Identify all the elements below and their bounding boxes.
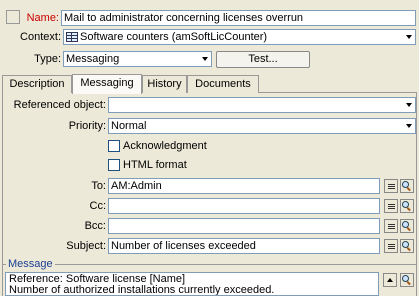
type-value: Messaging — [66, 53, 120, 65]
test-button[interactable]: Test... — [216, 51, 310, 68]
record-status-box — [6, 10, 20, 24]
referenced-object-select[interactable] — [108, 97, 416, 113]
context-label: Context: — [20, 31, 61, 43]
referenced-object-label: Referenced object: — [13, 99, 106, 111]
message-line: Number of authorized installations curre… — [9, 284, 275, 296]
subject-field[interactable]: Number of licenses exceeded — [108, 238, 380, 254]
edit-list-icon — [387, 243, 395, 249]
scroll-up-arrow-icon — [387, 278, 393, 282]
type-label: Type: — [34, 53, 61, 65]
priority-select[interactable]: Normal — [108, 118, 416, 134]
table-icon — [66, 32, 78, 42]
tab-messaging[interactable]: Messaging — [72, 74, 142, 94]
magnifier-icon — [402, 241, 412, 252]
magnifier-icon — [402, 201, 412, 212]
to-field[interactable]: AM:Admin — [108, 178, 380, 194]
subject-edit-button[interactable] — [384, 239, 398, 253]
message-scroll-up-button[interactable] — [383, 273, 397, 287]
context-value: Software counters (amSoftLicCounter) — [80, 31, 268, 43]
edit-list-icon — [387, 183, 395, 189]
bcc-field[interactable] — [108, 218, 380, 234]
name-field[interactable]: Mail to administrator concerning license… — [61, 10, 416, 26]
chevron-down-icon — [202, 57, 208, 61]
cc-label: Cc: — [89, 200, 107, 212]
html-format-label: HTML format — [123, 159, 187, 171]
edit-list-icon — [387, 203, 395, 209]
message-body-field[interactable]: Reference: Software license [Name] Numbe… — [5, 272, 379, 296]
context-dropdown-button[interactable] — [403, 30, 415, 44]
acknowledgment-checkbox[interactable] — [108, 140, 120, 152]
magnifier-icon — [402, 181, 412, 192]
tab-history[interactable]: History — [142, 75, 187, 93]
priority-value: Normal — [111, 120, 147, 132]
magnifier-icon — [402, 275, 412, 286]
bcc-search-button[interactable] — [400, 219, 414, 233]
acknowledgment-label: Acknowledgment — [123, 140, 207, 152]
tab-description[interactable]: Description — [2, 75, 72, 93]
referenced-object-dropdown-button[interactable] — [403, 98, 415, 112]
bcc-edit-button[interactable] — [384, 219, 398, 233]
cc-field[interactable] — [108, 198, 380, 214]
subject-search-button[interactable] — [400, 239, 414, 253]
type-select[interactable]: Messaging — [63, 51, 212, 67]
to-label: To: — [91, 180, 106, 192]
chevron-down-icon — [406, 35, 412, 39]
cc-search-button[interactable] — [400, 199, 414, 213]
to-edit-button[interactable] — [384, 179, 398, 193]
bcc-label: Bcc: — [84, 220, 106, 232]
context-select[interactable]: Software counters (amSoftLicCounter) — [63, 29, 416, 45]
cc-edit-button[interactable] — [384, 199, 398, 213]
type-dropdown-button[interactable] — [199, 52, 211, 66]
subject-label: Subject: — [66, 240, 106, 252]
html-format-checkbox[interactable] — [108, 159, 120, 171]
priority-label: Priority: — [68, 120, 106, 132]
test-button-label: Test... — [248, 53, 278, 65]
message-search-button[interactable] — [400, 273, 414, 287]
chevron-down-icon — [406, 124, 412, 128]
name-label: Name: — [26, 12, 59, 24]
priority-dropdown-button[interactable] — [403, 119, 415, 133]
tab-documents[interactable]: Documents — [187, 75, 259, 93]
chevron-down-icon — [406, 103, 412, 107]
edit-list-icon — [387, 223, 395, 229]
message-group-label: Message — [6, 257, 55, 271]
magnifier-icon — [402, 221, 412, 232]
to-search-button[interactable] — [400, 179, 414, 193]
